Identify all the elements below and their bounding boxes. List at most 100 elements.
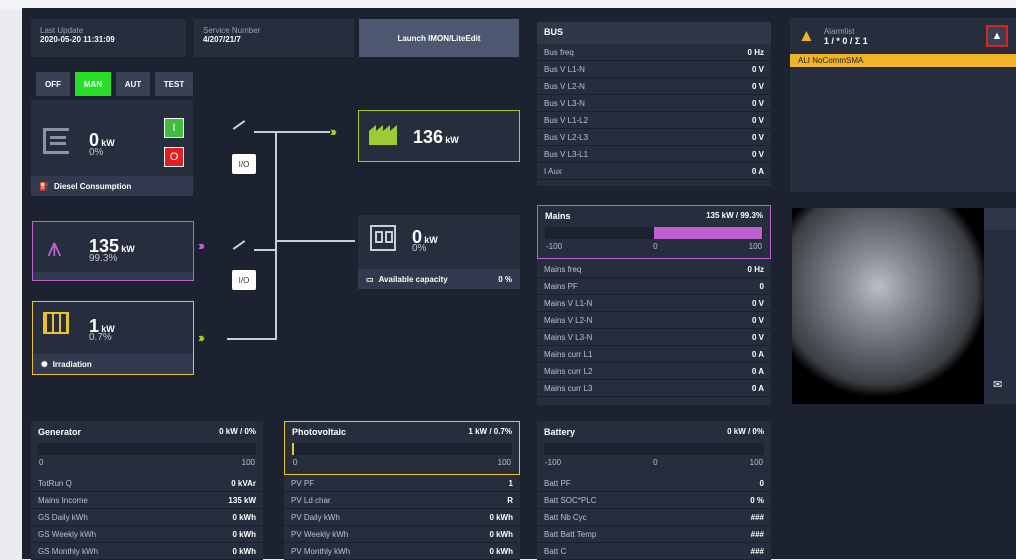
load-flow-arrow: ›››: [330, 124, 337, 139]
mains-table-title: Mains: [545, 211, 571, 221]
mains-breaker-io-button[interactable]: I/O: [232, 270, 256, 290]
gen-switch-line: [232, 120, 246, 130]
mains-percent: 99.3%: [89, 253, 118, 264]
battery-row-value: ###: [750, 512, 764, 522]
mains-row: Mains V L2-N 0 V: [537, 312, 771, 329]
mains-row-label: Mains curr L3: [544, 383, 593, 393]
bus-horizontal-mid: [254, 249, 276, 251]
mains-unit: kW: [121, 244, 135, 254]
generator-row: GS Weekly kWh 0 kWh: [31, 526, 263, 543]
photovoltaic-power-bar: [292, 443, 512, 455]
battery-icon: ▭: [366, 274, 374, 284]
generator-row: GS Monthly kWh 0 kWh: [31, 543, 263, 560]
pv-block: 1 kW 0.7% ✺ Irradiation: [32, 301, 194, 375]
battery-row-label: Batt Nb Cyc: [544, 512, 587, 522]
available-capacity-value: 0 %: [498, 274, 512, 284]
mains-row-label: Mains V L1-N: [544, 298, 593, 308]
alarmlist-title: Alarmlist: [823, 26, 855, 36]
mode-aut-button[interactable]: AUT: [116, 72, 150, 96]
mode-man-button[interactable]: MAN: [75, 72, 111, 96]
mail-icon[interactable]: ✉: [993, 378, 1002, 391]
sky-camera-image: [792, 208, 984, 404]
service-number-box: Service Number 4/207/21/7: [194, 19, 354, 57]
battery-row-value: 0: [759, 478, 764, 488]
storage-percent: 0%: [412, 243, 427, 254]
last-update-box: Last Update 2020-05-20 11:31:09: [31, 19, 186, 57]
mains-power-bar-fill: [654, 227, 763, 239]
bus-row-value: 0 V: [751, 115, 764, 125]
camera-side-panel: ✉: [984, 208, 1016, 404]
generator-percent: 0%: [89, 147, 104, 158]
generator-power-bar: [38, 443, 256, 455]
battery-row: Batt Nb Cyc ###: [537, 509, 771, 526]
generator-start-button[interactable]: I: [164, 118, 184, 138]
launch-imon-button[interactable]: Launch IMON/LiteEdit: [359, 19, 519, 57]
mains-switch-line: [232, 240, 246, 250]
generator-row-value: 0 kWh: [232, 512, 256, 522]
photovoltaic-row-label: PV Monthly kWh: [291, 546, 351, 556]
warning-icon: ▲: [798, 26, 815, 45]
battery-row-value: ###: [750, 529, 764, 539]
generator-row-label: Mains Income: [38, 495, 88, 505]
load-block: 136 kW: [358, 110, 520, 162]
bus-row: Bus V L1-N 0 V: [537, 61, 771, 78]
photovoltaic-row-label: PV Ld char: [291, 495, 331, 505]
mode-test-button[interactable]: TEST: [155, 72, 193, 96]
mains-row: Mains curr L1 0 A: [537, 346, 771, 363]
bus-row: Bus V L3-N 0 V: [537, 95, 771, 112]
mains-row-value: 0 V: [751, 298, 764, 308]
bus-row-value: 0 Hz: [747, 47, 764, 57]
alarm-item[interactable]: ALI NoCommSMA: [790, 54, 1016, 67]
generator-row-label: TotRun Q: [38, 478, 72, 488]
generator-row-label: GS Monthly kWh: [38, 546, 99, 556]
generator-row: Mains Income 135 kW: [31, 492, 263, 509]
gen-breaker-io-button[interactable]: I/O: [232, 154, 256, 174]
battery-row-value: ###: [750, 546, 764, 556]
storage-line: [275, 240, 355, 242]
photovoltaic-row-label: PV Daily kWh: [291, 512, 340, 522]
mains-power-bar: [545, 227, 763, 239]
service-number-value: 4/207/21/7: [203, 35, 241, 44]
battery-row: Batt Batt Temp ###: [537, 526, 771, 543]
irradiation-label: Irradiation: [52, 359, 92, 369]
available-capacity-strip: ▭ Available capacity 0 %: [358, 269, 520, 289]
bus-row: Bus V L3-L1 0 V: [537, 146, 771, 163]
battery-row-label: Batt C: [544, 546, 567, 556]
generator-table: Generator 0 kW / 0% 0 100 TotRun Q 0 kVAr Ma…: [31, 421, 263, 560]
generator-scale-max: 100: [241, 458, 255, 467]
generator-table-title: Generator: [38, 427, 82, 437]
bus-row-label: Bus V L1-N: [544, 64, 585, 74]
mains-row-value: 0 V: [751, 332, 764, 342]
bus-row: Bus V L2-N 0 V: [537, 78, 771, 95]
battery-scale-min: -100: [545, 458, 562, 467]
last-update-label: Last Update: [40, 26, 84, 35]
alarm-acknowledge-button[interactable]: ▲: [986, 25, 1008, 47]
generator-stop-button[interactable]: O: [164, 147, 184, 167]
load-unit: kW: [445, 135, 459, 145]
mode-off-button[interactable]: OFF: [36, 72, 70, 96]
alarm-counts: 1 / * 0 / Σ 1: [823, 35, 868, 46]
bus-row-label: I Aux: [544, 166, 562, 176]
mains-row-value: 0 Hz: [747, 264, 764, 274]
battery-row-label: Batt PF: [544, 478, 571, 488]
photovoltaic-row-value: 1: [508, 478, 513, 488]
sun-icon: ✺: [41, 359, 48, 369]
battery-storage-icon: [370, 225, 396, 251]
generator-table-summary: 0 kW / 0%: [219, 427, 256, 436]
photovoltaic-row-value: 0 kWh: [489, 512, 513, 522]
bus-row: I Aux 0 A: [537, 163, 771, 180]
photovoltaic-row-value: R: [507, 495, 513, 505]
generator-row-value: 0 kWh: [232, 546, 256, 556]
photovoltaic-scale-min: 0: [293, 458, 298, 467]
mains-row-value: 0 A: [751, 366, 764, 376]
photovoltaic-table-summary: 1 kW / 0.7%: [468, 427, 512, 436]
bus-table: BUS Bus freq 0 Hz Bus V L1-N 0 V Bus V L2-N 0…: [537, 22, 771, 186]
diesel-consumption-strip: ⛽ Diesel Consumption: [31, 176, 193, 196]
battery-row: Batt SOC*PLC 0 %: [537, 492, 771, 509]
bus-row-value: 0 V: [751, 98, 764, 108]
bus-row-value: 0 V: [751, 81, 764, 91]
battery-table-title: Battery: [544, 427, 576, 437]
photovoltaic-row-label: PV Weekly kWh: [291, 529, 349, 539]
generator-row-label: GS Daily kWh: [38, 512, 88, 522]
transmission-tower-icon: ⩚: [47, 232, 62, 262]
